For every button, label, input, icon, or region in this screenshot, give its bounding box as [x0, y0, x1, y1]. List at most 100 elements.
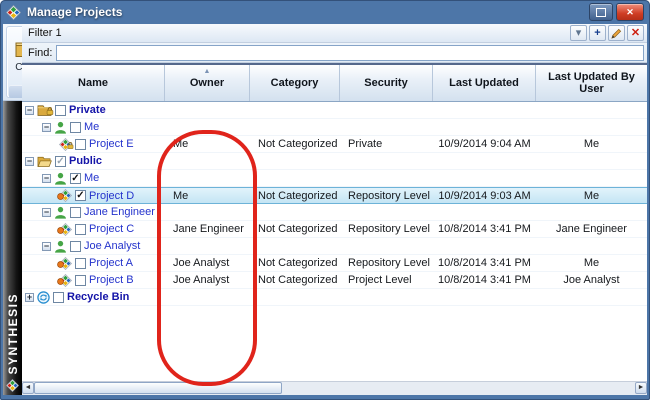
cell-category: Not Categorized — [250, 223, 340, 235]
cell-owner: Joe Analyst — [165, 274, 250, 286]
row-name: Private — [69, 104, 106, 116]
cell-category: Not Categorized — [250, 257, 340, 269]
recycle-bin-icon — [37, 291, 50, 304]
cell-last-updated-by: Me — [536, 257, 647, 269]
table-row-project-a[interactable]: Project A Joe AnalystNot CategorizedRepos… — [22, 255, 647, 272]
row-checkbox-unchecked[interactable] — [70, 207, 81, 218]
cell-owner: Me — [165, 190, 250, 202]
table-row-project-e[interactable]: Project EMeNot CategorizedPrivate10/9/20… — [22, 136, 647, 153]
row-checkbox-unchecked[interactable] — [75, 275, 86, 286]
grid-header: Name ▲Owner Category Security Last Updat… — [22, 65, 647, 102]
window-title: Manage Projects — [27, 5, 586, 19]
column-header-name[interactable]: Name — [22, 65, 165, 101]
row-checkbox-checked[interactable]: ✓ — [75, 190, 86, 201]
filter-dropdown-button[interactable]: ▾ — [570, 25, 587, 41]
row-name: Joe Analyst — [84, 240, 140, 252]
table-row-recycle-bin[interactable]: + Recycle Bin — [22, 289, 647, 306]
row-name: Project D — [89, 190, 134, 202]
row-name: Project A — [89, 257, 133, 269]
cell-last-updated: 10/9/2014 9:04 AM — [433, 138, 536, 150]
table-row-project-b[interactable]: Project B Joe AnalystNot CategorizedProje… — [22, 272, 647, 289]
brand-sidebar: SYNTHESIS — [3, 101, 22, 395]
cell-security: Project Level — [340, 274, 433, 286]
find-label: Find: — [28, 47, 52, 59]
row-name: Recycle Bin — [67, 291, 129, 303]
row-checkbox-mixed[interactable]: ✓ — [55, 156, 66, 167]
table-row-me[interactable]: − ✓Me — [22, 170, 647, 187]
collapse-toggle[interactable]: − — [42, 242, 51, 251]
user-icon — [54, 206, 67, 219]
table-row-project-d[interactable]: ✓Project DMeNot CategorizedRepository Le… — [22, 187, 647, 204]
row-checkbox-unchecked[interactable] — [53, 292, 64, 303]
pencil-icon — [611, 28, 622, 39]
column-header-category[interactable]: Category — [250, 65, 340, 101]
user-icon — [54, 121, 67, 134]
expand-toggle[interactable]: + — [25, 293, 34, 302]
row-name: Project B — [89, 274, 134, 286]
projects-grid: Name ▲Owner Category Security Last Updat… — [22, 63, 647, 382]
cell-last-updated: 10/8/2014 3:41 PM — [433, 257, 536, 269]
user-icon — [54, 240, 67, 253]
brand-logo-icon — [6, 379, 19, 392]
table-row-private[interactable]: − Private — [22, 102, 647, 119]
locked-folder-icon — [37, 103, 52, 117]
horizontal-scrollbar[interactable]: ◄ ► — [22, 381, 647, 395]
grid-rows: −Private−MeProject EMeNot CategorizedPri… — [22, 102, 647, 306]
row-checkbox-unchecked[interactable] — [75, 224, 86, 235]
collapse-toggle[interactable]: − — [42, 174, 51, 183]
cell-last-updated: 10/8/2014 3:41 PM — [433, 274, 536, 286]
column-header-last-updated[interactable]: Last Updated — [433, 65, 536, 101]
table-row-jane-engineer[interactable]: −Jane Engineer — [22, 204, 647, 221]
table-row-public[interactable]: − ✓Public — [22, 153, 647, 170]
maximize-button[interactable] — [589, 3, 613, 21]
table-row-joe-analyst[interactable]: − Joe Analyst — [22, 238, 647, 255]
cell-last-updated-by: Me — [536, 190, 647, 202]
user-icon — [54, 172, 67, 185]
project-icon — [59, 223, 72, 236]
row-checkbox-unchecked[interactable] — [70, 122, 81, 133]
cell-owner: Jane Engineer — [165, 223, 250, 235]
find-bar: Find: — [22, 43, 647, 63]
cell-owner: Joe Analyst — [165, 257, 250, 269]
cell-last-updated-by: Me — [536, 138, 647, 150]
edit-filter-button[interactable] — [608, 25, 625, 41]
row-checkbox-checked[interactable]: ✓ — [70, 173, 81, 184]
collapse-toggle[interactable]: − — [25, 106, 34, 115]
close-button[interactable]: ✕ — [616, 3, 644, 21]
collapse-toggle[interactable]: − — [42, 208, 51, 217]
project-icon — [59, 274, 72, 287]
column-header-security[interactable]: Security — [340, 65, 433, 101]
scrollbar-thumb[interactable] — [34, 382, 282, 394]
cell-security: Private — [340, 138, 433, 150]
cell-security: Repository Level — [340, 257, 433, 269]
table-row-project-c[interactable]: Project CJane EngineerNot CategorizedRep… — [22, 221, 647, 238]
row-name: Me — [84, 172, 99, 184]
row-name: Public — [69, 155, 102, 167]
open-folder-icon — [37, 154, 52, 168]
column-header-last-updated-by-user[interactable]: Last Updated By User — [536, 65, 647, 101]
sort-asc-icon: ▲ — [204, 66, 211, 78]
cell-category: Not Categorized — [250, 190, 340, 202]
brand-text: SYNTHESIS — [6, 293, 20, 375]
row-checkbox-unchecked[interactable] — [75, 258, 86, 269]
title-bar[interactable]: Manage Projects ✕ — [0, 0, 650, 24]
scroll-left-button[interactable]: ◄ — [22, 382, 34, 394]
project-icon — [59, 257, 72, 270]
find-input[interactable] — [56, 45, 644, 61]
column-header-owner[interactable]: ▲Owner — [165, 65, 250, 101]
cell-last-updated: 10/8/2014 3:41 PM — [433, 223, 536, 235]
add-filter-button[interactable]: + — [589, 25, 606, 41]
cell-category: Not Categorized — [250, 274, 340, 286]
table-row-me[interactable]: −Me — [22, 119, 647, 136]
row-checkbox-unchecked[interactable] — [70, 241, 81, 252]
cell-owner: Me — [165, 138, 250, 150]
window-body: CloseEdit Project PropertiesDelete Proje… — [3, 24, 647, 395]
delete-filter-button[interactable]: ✕ — [627, 25, 644, 41]
manage-projects-window: Manage Projects ✕ CloseEdit Project Prop… — [0, 0, 650, 400]
row-name: Project C — [89, 223, 134, 235]
row-checkbox-unchecked[interactable] — [75, 139, 86, 150]
scroll-right-button[interactable]: ► — [635, 382, 647, 394]
row-checkbox-unchecked[interactable] — [55, 105, 66, 116]
collapse-toggle[interactable]: − — [25, 157, 34, 166]
collapse-toggle[interactable]: − — [42, 123, 51, 132]
